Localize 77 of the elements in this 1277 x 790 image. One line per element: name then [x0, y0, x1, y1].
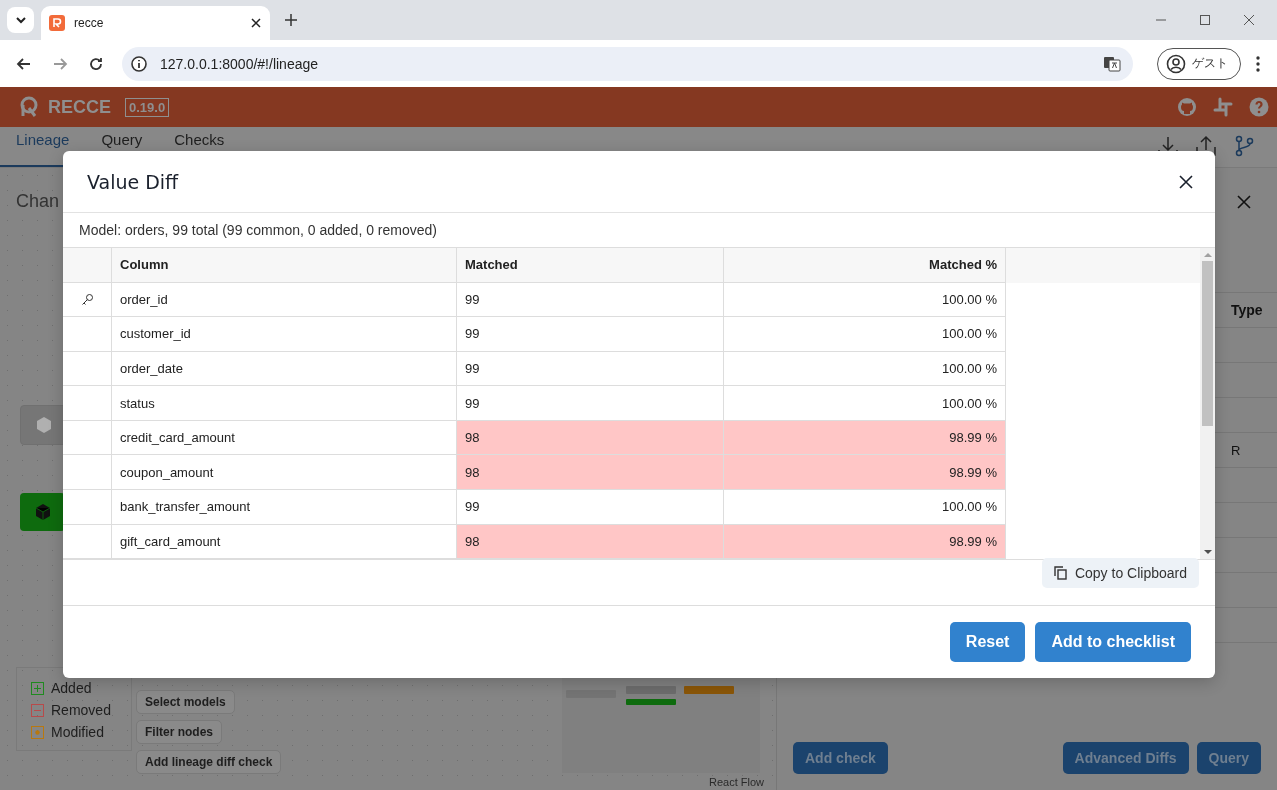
table-cell: gift_card_amount: [112, 524, 457, 560]
url-text: 127.0.0.1:8000/#!/lineage: [160, 55, 319, 72]
help-icon[interactable]: [1249, 97, 1269, 117]
copy-icon: [1053, 566, 1067, 580]
column-header: Column: [112, 248, 457, 283]
table-cell: 100.00 %: [724, 282, 1006, 318]
table-cell: credit_card_amount: [112, 420, 457, 456]
table-cell: 100.00 %: [724, 489, 1006, 525]
menu-icon[interactable]: [1255, 54, 1261, 73]
table-cell: 98: [457, 420, 724, 456]
column-header: Type: [1231, 302, 1263, 318]
user-icon: [1166, 53, 1186, 74]
logo-icon: [18, 96, 40, 118]
profile-button[interactable]: ゲスト: [1157, 47, 1241, 80]
reload-icon[interactable]: [88, 55, 104, 72]
translate-icon[interactable]: [1103, 54, 1121, 73]
table-cell: order_id: [112, 282, 457, 318]
info-icon[interactable]: [130, 54, 148, 73]
tab-title: recce: [74, 16, 105, 30]
chevron-down-icon: [14, 14, 27, 26]
back-icon[interactable]: [16, 55, 32, 72]
table-cell: 98.99 %: [724, 455, 1006, 490]
table-cell: 100.00 %: [724, 351, 1006, 387]
address-field[interactable]: 127.0.0.1:8000/#!/lineage: [122, 46, 1133, 81]
legend-label: Removed: [51, 702, 111, 718]
app-favicon-icon: [49, 15, 65, 31]
close-icon[interactable]: [250, 17, 262, 29]
add-check-button[interactable]: Add check: [793, 742, 888, 774]
table-cell: coupon_amount: [112, 455, 457, 490]
key-icon: [80, 292, 94, 306]
add-to-checklist-button[interactable]: Add to checklist: [1035, 622, 1191, 662]
table-cell: 99: [457, 489, 724, 525]
table-cell: 98.99 %: [724, 524, 1006, 560]
table-cell: customer_id: [112, 317, 457, 352]
reset-button[interactable]: Reset: [949, 622, 1026, 662]
legend-label: Added: [51, 680, 92, 696]
dialog-title: Value Diff: [87, 170, 179, 193]
table-cell: 100.00 %: [724, 317, 1006, 352]
table-cell: status: [112, 386, 457, 421]
table-cell: 99: [457, 282, 724, 318]
copy-button[interactable]: Copy to Clipboard: [1041, 558, 1199, 588]
column-header: Matched %: [724, 248, 1006, 283]
action-button[interactable]: Filter nodes: [136, 720, 222, 744]
query-button[interactable]: Query: [1196, 742, 1261, 774]
action-button[interactable]: Select models: [136, 690, 235, 714]
close-icon[interactable]: [1179, 174, 1193, 189]
legend-label: Modified: [51, 724, 104, 740]
cube-icon: [33, 503, 52, 521]
table-cell: order_date: [112, 351, 457, 387]
column-header: Matched: [457, 248, 724, 283]
nav-tab[interactable]: Query: [85, 127, 159, 167]
scroll-down-icon[interactable]: [1203, 549, 1212, 555]
tab-list-button[interactable]: [7, 7, 34, 33]
table-cell: R: [1231, 442, 1241, 458]
new-tab-icon[interactable]: [284, 13, 298, 27]
version-badge: 0.19.0: [125, 97, 170, 117]
table-cell: 100.00 %: [724, 386, 1006, 421]
canvas-title: Chan: [16, 191, 60, 212]
table-cell: bank_transfer_amount: [112, 489, 457, 525]
table-cell: 98: [457, 524, 724, 560]
maximize-icon[interactable]: [1199, 14, 1211, 26]
advanced-diffs-button[interactable]: Advanced Diffs: [1062, 742, 1189, 774]
table-cell: 98: [457, 455, 724, 490]
table-cell: 99: [457, 351, 724, 387]
cube-icon: [34, 416, 53, 434]
table-cell: 99: [457, 386, 724, 421]
model-node[interactable]: [20, 493, 65, 531]
app-logo-text: RECCE: [48, 96, 111, 118]
nav-tab[interactable]: Checks: [158, 127, 241, 167]
forward-icon[interactable]: [52, 55, 68, 72]
table-cell: 99: [457, 317, 724, 352]
action-button[interactable]: Add lineage diff check: [136, 750, 282, 774]
scrollbar[interactable]: [1200, 248, 1215, 559]
attribution-text: React Flow: [708, 776, 764, 788]
table-cell: 98.99 %: [724, 420, 1006, 456]
browser-tab[interactable]: recce: [41, 6, 270, 40]
branch-icon[interactable]: [1233, 135, 1255, 157]
